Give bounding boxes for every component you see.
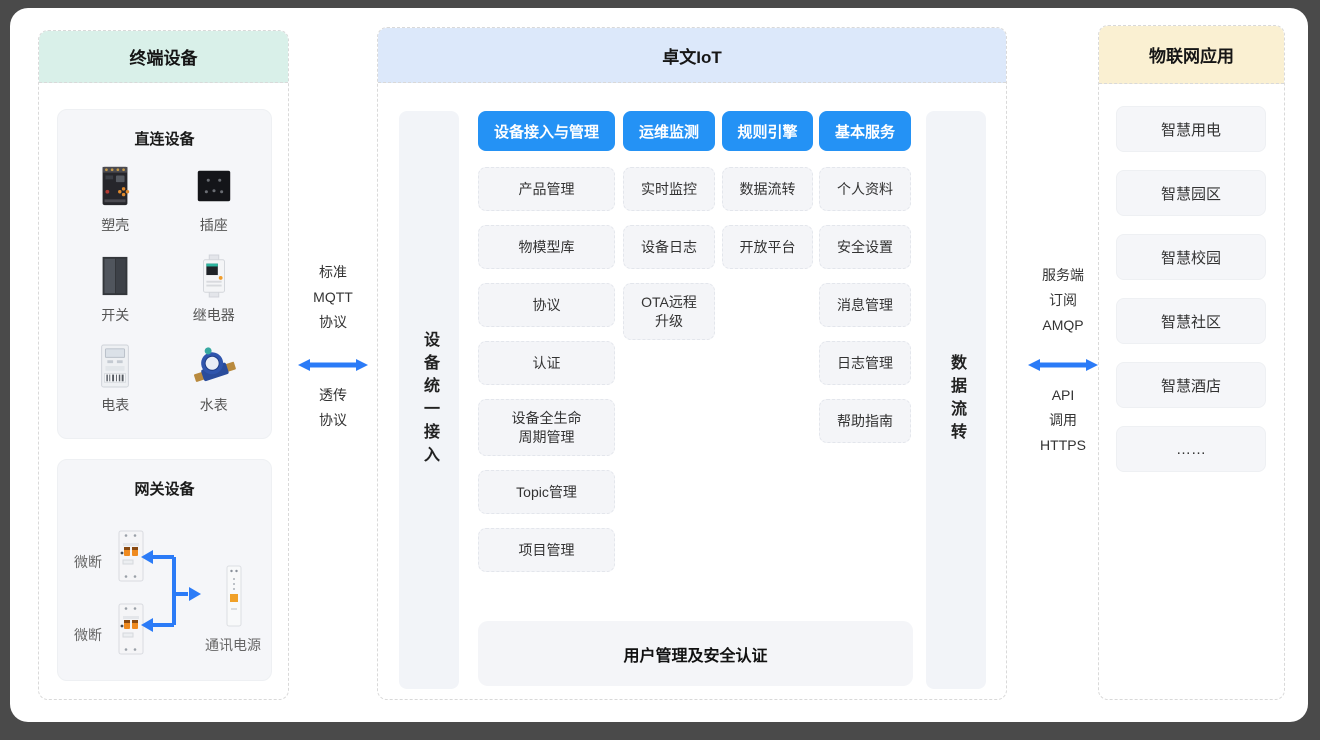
module-item: 个人资料 <box>819 167 911 211</box>
device-water-meter: 水表 <box>165 341 264 415</box>
gateway-devices-box: 网关设备 微断 微断 <box>57 459 272 681</box>
direct-devices-grid: 塑壳 插座 <box>58 161 271 415</box>
module-item: 协议 <box>478 283 615 327</box>
gateway-devices-title: 网关设备 <box>58 460 271 499</box>
device-electric-meter: 电表 <box>66 341 165 415</box>
module-item: 设备全生命 周期管理 <box>478 399 615 456</box>
device-label: 继电器 <box>193 305 235 325</box>
application-item: 智慧校园 <box>1116 234 1266 280</box>
application-item: 智慧用电 <box>1116 106 1266 152</box>
category-button: 基本服务 <box>819 111 911 151</box>
iot-platform-title: 卓文IoT <box>662 43 722 68</box>
device-switch: 开关 <box>66 251 165 325</box>
molded-case-breaker-icon <box>94 161 136 211</box>
module-item: 项目管理 <box>478 528 615 572</box>
category-button: 规则引擎 <box>722 111 813 151</box>
application-item: 智慧酒店 <box>1116 362 1266 408</box>
module-item: 开放平台 <box>722 225 813 269</box>
module-item: 实时监控 <box>623 167 715 211</box>
module-item: 物模型库 <box>478 225 615 269</box>
diagram-card: 终端设备 直连设备 <box>10 8 1308 722</box>
column-rule-engine: 规则引擎 数据流转 开放平台 <box>722 111 813 269</box>
column-ops-monitoring: 运维监测 实时监控 设备日志 OTA远程 升级 <box>623 111 715 340</box>
device-label: 插座 <box>200 215 228 235</box>
iot-applications-panel: 物联网应用 智慧用电 智慧园区 智慧校园 智慧社区 智慧酒店 …… <box>1098 25 1285 700</box>
device-label: 水表 <box>200 395 228 415</box>
left-link-bottom-text: 透传 协议 <box>288 383 378 433</box>
iot-applications-header: 物联网应用 <box>1099 26 1284 84</box>
module-item: Topic管理 <box>478 470 615 514</box>
user-management-bar: 用户管理及安全认证 <box>478 621 913 686</box>
right-link-top-text: 服务端 订阅 AMQP <box>1018 263 1108 338</box>
breaker-bottom-label: 微断 <box>74 625 102 645</box>
electric-meter-icon <box>94 341 136 391</box>
module-item: 数据流转 <box>722 167 813 211</box>
terminal-devices-header: 终端设备 <box>39 31 288 83</box>
right-link-bottom-text: API 调用 HTTPS <box>1018 383 1108 458</box>
module-item: 认证 <box>478 341 615 385</box>
module-item: 帮助指南 <box>819 399 911 443</box>
comm-power-module-icon <box>226 565 242 632</box>
comm-power-label: 通讯电源 <box>198 635 268 655</box>
water-meter-icon <box>191 341 237 391</box>
module-item: OTA远程 升级 <box>623 283 715 340</box>
category-button: 运维监测 <box>623 111 715 151</box>
category-button: 设备接入与管理 <box>478 111 615 151</box>
application-item: 智慧社区 <box>1116 298 1266 344</box>
device-label: 电表 <box>101 395 129 415</box>
application-list: 智慧用电 智慧园区 智慧校园 智慧社区 智慧酒店 …… <box>1116 106 1266 472</box>
device-molded-case: 塑壳 <box>66 161 165 235</box>
socket-icon <box>193 161 235 211</box>
switch-icon <box>94 251 136 301</box>
direct-devices-title: 直连设备 <box>58 110 271 149</box>
left-link-top-text: 标准 MQTT 协议 <box>288 260 378 335</box>
iot-platform-panel: 卓文IoT 设备统一接入 设备接入与管理 产品管理 物模型库 协议 认证 设备全… <box>377 27 1007 700</box>
terminal-devices-panel: 终端设备 直连设备 <box>38 30 289 700</box>
relay-icon <box>193 251 235 301</box>
module-item: 安全设置 <box>819 225 911 269</box>
data-flow-bar: 数据流转 <box>926 111 986 689</box>
direct-devices-box: 直连设备 <box>57 109 272 439</box>
application-item-more: …… <box>1116 426 1266 472</box>
module-item: 产品管理 <box>478 167 615 211</box>
module-item: 日志管理 <box>819 341 911 385</box>
module-item: 消息管理 <box>819 283 911 327</box>
column-device-access: 设备接入与管理 产品管理 物模型库 协议 认证 设备全生命 周期管理 Topic… <box>478 111 615 572</box>
device-unified-access-bar: 设备统一接入 <box>399 111 459 689</box>
iot-applications-title: 物联网应用 <box>1149 42 1234 67</box>
breaker-top-label: 微断 <box>74 552 102 572</box>
device-label: 开关 <box>101 305 129 325</box>
application-item: 智慧园区 <box>1116 170 1266 216</box>
device-socket: 插座 <box>165 161 264 235</box>
architecture-diagram: 终端设备 直连设备 <box>0 0 1320 740</box>
device-relay: 继电器 <box>165 251 264 325</box>
iot-platform-header: 卓文IoT <box>378 28 1006 83</box>
terminal-devices-title: 终端设备 <box>130 44 198 69</box>
right-double-arrow-icon <box>1028 357 1098 378</box>
column-basic-services: 基本服务 个人资料 安全设置 消息管理 日志管理 帮助指南 <box>819 111 911 443</box>
module-item: 设备日志 <box>623 225 715 269</box>
gateway-bracket-arrow-icon <box>138 545 204 646</box>
device-label: 塑壳 <box>101 215 129 235</box>
left-double-arrow-icon <box>298 357 368 378</box>
